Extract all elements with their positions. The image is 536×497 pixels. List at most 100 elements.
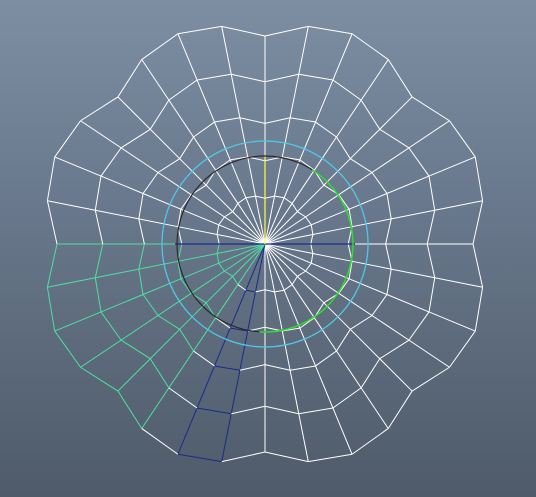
mesh-edge-ring[interactable] xyxy=(360,99,381,130)
mesh-edge-ring[interactable] xyxy=(179,136,194,159)
mesh-edge-ring[interactable] xyxy=(237,284,247,291)
mesh-edge-ring[interactable] xyxy=(245,195,256,199)
mesh-edge-ring[interactable] xyxy=(351,428,389,455)
mesh-edge-spoke[interactable] xyxy=(371,315,410,341)
mesh-edge-ring[interactable] xyxy=(46,156,56,201)
mesh-edge-ring[interactable] xyxy=(239,364,266,371)
mesh-edge-ring[interactable] xyxy=(371,172,388,194)
mesh-edge-ring[interactable] xyxy=(177,453,222,463)
mesh-edge-ring[interactable] xyxy=(308,25,353,35)
mesh-edge-ring[interactable] xyxy=(264,289,275,293)
mesh-edge-spoke[interactable] xyxy=(391,209,435,220)
mesh-edge-spoke[interactable] xyxy=(149,328,181,360)
mesh-edge-ring[interactable] xyxy=(297,270,306,277)
mesh-edge-ring[interactable] xyxy=(142,172,159,194)
mesh-edge-spoke[interactable] xyxy=(232,211,266,245)
mesh-edge-ring[interactable] xyxy=(138,218,145,245)
mesh-edge-ring[interactable] xyxy=(180,278,192,294)
mesh-edge-spoke[interactable] xyxy=(283,159,301,198)
mesh-edge-ring[interactable] xyxy=(428,277,436,313)
mesh-edge-spoke[interactable] xyxy=(312,253,353,262)
mesh-edge-spoke[interactable] xyxy=(281,117,291,158)
mesh-edge-ring[interactable] xyxy=(100,147,122,177)
mesh-edge-ring[interactable] xyxy=(379,128,410,149)
mesh-edge-ring[interactable] xyxy=(46,200,58,245)
mesh-edge-ring[interactable] xyxy=(387,59,413,98)
mesh-edge-spoke[interactable] xyxy=(239,117,249,158)
mesh-edge-spoke[interactable] xyxy=(360,59,389,101)
mesh-edge-ring[interactable] xyxy=(332,387,362,409)
mesh-edge-ring[interactable] xyxy=(379,339,410,360)
mesh-edge-ring[interactable] xyxy=(298,73,334,81)
mesh-edge-ring[interactable] xyxy=(157,158,180,173)
mesh-edge-ring[interactable] xyxy=(149,358,170,389)
mesh-edge-spoke[interactable] xyxy=(54,311,102,332)
mesh-edge-ring[interactable] xyxy=(474,287,484,332)
mesh-edge-ring[interactable] xyxy=(385,243,392,270)
mesh-edge-ring[interactable] xyxy=(360,358,381,389)
mesh-edge-spoke[interactable] xyxy=(193,136,217,171)
mesh-edge-ring[interactable] xyxy=(291,203,298,212)
mesh-edge-spoke[interactable] xyxy=(117,358,151,392)
mesh-edge-ring[interactable] xyxy=(411,96,450,122)
mesh-edge-spoke[interactable] xyxy=(336,99,362,138)
mesh-edge-ring[interactable] xyxy=(94,210,104,245)
mesh-edge-spoke[interactable] xyxy=(408,339,450,368)
mesh-edge-ring[interactable] xyxy=(408,311,430,341)
mesh-edge-ring[interactable] xyxy=(264,195,275,199)
mesh-edge-ring[interactable] xyxy=(80,96,119,122)
mesh-edge-ring[interactable] xyxy=(180,194,192,210)
mesh-edge-spoke[interactable] xyxy=(196,365,215,409)
mesh-edge-ring[interactable] xyxy=(232,276,239,285)
mesh-edge-spoke[interactable] xyxy=(274,291,283,332)
mesh-edge-spoke[interactable] xyxy=(371,147,410,173)
mesh-edge-ring[interactable] xyxy=(142,294,159,316)
mesh-edge-ring[interactable] xyxy=(426,210,436,245)
mesh-edge-ring[interactable] xyxy=(224,211,233,218)
mesh-edge-ring[interactable] xyxy=(336,136,351,159)
mesh-edge-ring[interactable] xyxy=(157,315,180,330)
mesh-edge-ring[interactable] xyxy=(216,234,220,245)
flower-mesh-wireframe[interactable] xyxy=(46,25,484,463)
mesh-edge-ring[interactable] xyxy=(336,329,351,352)
mesh-edge-spoke[interactable] xyxy=(214,327,231,367)
mesh-edge-ring[interactable] xyxy=(216,243,220,254)
mesh-edge-ring[interactable] xyxy=(305,262,312,272)
mesh-edge-ring[interactable] xyxy=(138,269,144,295)
mesh-edge-spoke[interactable] xyxy=(142,193,182,210)
mesh-edge-spoke[interactable] xyxy=(336,350,362,389)
mesh-edge-ring[interactable] xyxy=(120,339,151,360)
mesh-edge-spoke[interactable] xyxy=(349,128,381,160)
mesh-edge-spoke[interactable] xyxy=(428,156,476,177)
mesh-edge-ring[interactable] xyxy=(385,218,392,245)
mesh-edge-spoke[interactable] xyxy=(348,193,388,210)
mesh-edge-ring[interactable] xyxy=(299,317,315,329)
mesh-edge-ring[interactable] xyxy=(350,158,373,173)
mesh-edge-spoke[interactable] xyxy=(428,311,476,332)
mesh-edge-ring[interactable] xyxy=(231,405,266,415)
mesh-edge-spoke[interactable] xyxy=(232,243,266,277)
mesh-edge-ring[interactable] xyxy=(196,407,232,415)
mesh-edge-ring[interactable] xyxy=(283,284,293,291)
mesh-edge-spoke[interactable] xyxy=(120,147,159,173)
mesh-edge-spoke[interactable] xyxy=(95,268,139,279)
mesh-edge-ring[interactable] xyxy=(224,270,233,277)
mesh-edge-spoke[interactable] xyxy=(298,413,309,462)
mesh-edge-spoke[interactable] xyxy=(193,317,217,352)
mesh-edge-ring[interactable] xyxy=(290,365,316,371)
mesh-edge-ring[interactable] xyxy=(472,200,484,245)
mesh-edge-ring[interactable] xyxy=(46,287,56,332)
mesh-edge-spoke[interactable] xyxy=(315,79,334,123)
mesh-edge-spoke[interactable] xyxy=(214,121,231,161)
mesh-edge-ring[interactable] xyxy=(386,193,392,219)
mesh-edge-ring[interactable] xyxy=(214,117,240,123)
mesh-edge-spoke[interactable] xyxy=(360,387,389,429)
mesh-edge-ring[interactable] xyxy=(290,117,316,123)
mesh-edge-spoke[interactable] xyxy=(177,253,218,262)
mesh-edge-ring[interactable] xyxy=(149,99,170,130)
mesh-edge-ring[interactable] xyxy=(274,289,285,293)
mesh-edge-ring[interactable] xyxy=(350,315,373,330)
mesh-edge-ring[interactable] xyxy=(46,243,58,288)
mesh-edge-ring[interactable] xyxy=(221,451,266,463)
mesh-edge-ring[interactable] xyxy=(315,121,337,138)
